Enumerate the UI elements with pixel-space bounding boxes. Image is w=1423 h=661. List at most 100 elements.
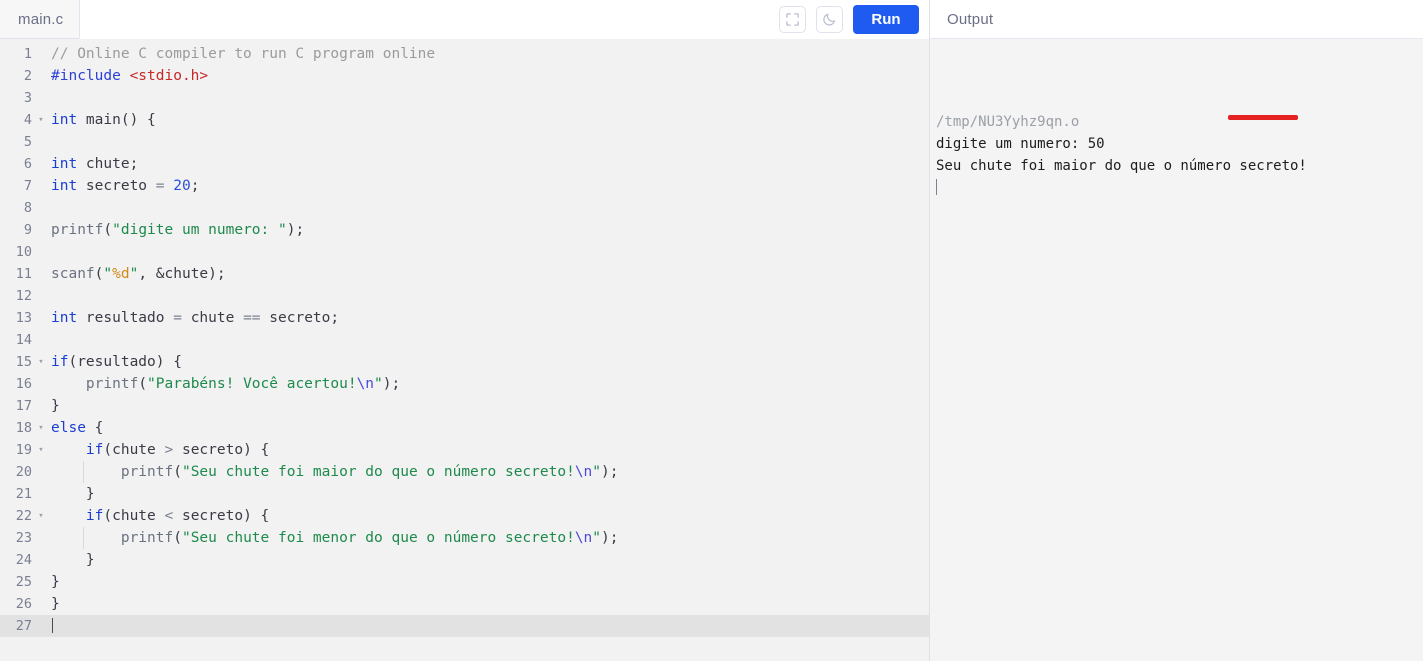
code-token: (resultado) { <box>68 354 182 370</box>
code-token: secreto) { <box>173 508 270 524</box>
run-button-label: Run <box>871 10 901 28</box>
output-line: Seu chute foi maior do que o número secr… <box>936 158 1307 174</box>
code-token: " <box>592 464 602 480</box>
code-token: "Parabéns! Você acertou! <box>147 376 357 392</box>
output-console[interactable]: /tmp/NU3Yyhz9qn.o digite um numero: 50 Seu… <box>930 39 1423 661</box>
output-pane: Output /tmp/NU3Yyhz9qn.o digite um numero… <box>929 0 1423 661</box>
fold-toggle-icon[interactable]: ▾ <box>34 439 48 461</box>
code-token: \n <box>574 464 593 480</box>
code-line[interactable]: 17} <box>0 395 929 417</box>
code-token: ); <box>286 222 305 238</box>
code-text: int chute; <box>48 153 929 175</box>
line-number: 6 <box>23 156 32 172</box>
code-token: "Seu chute foi maior do que o número sec… <box>181 464 575 480</box>
run-button[interactable]: Run <box>853 4 919 34</box>
fold-toggle-icon[interactable]: ▾ <box>34 351 48 373</box>
code-line[interactable]: 6 int chute; <box>0 153 929 175</box>
code-token: } <box>51 398 60 414</box>
theme-toggle-button[interactable] <box>816 5 843 33</box>
text-cursor <box>52 618 53 633</box>
code-editor[interactable]: 1 // Online C compiler to run C program o… <box>0 39 929 661</box>
code-line[interactable]: 23 printf("Seu chute foi menor do que o … <box>0 527 929 549</box>
code-line[interactable]: 2 #include <stdio.h> <box>0 65 929 87</box>
code-token: , &chute); <box>138 266 226 282</box>
code-line[interactable]: 18 ▾ else { <box>0 417 929 439</box>
code-token: int <box>51 156 78 172</box>
code-token: printf <box>85 376 139 392</box>
fold-toggle-icon[interactable]: ▾ <box>34 505 48 527</box>
fullscreen-button[interactable] <box>779 5 806 33</box>
code-text: } <box>48 571 929 593</box>
line-number: 26 <box>15 596 32 612</box>
code-line[interactable]: 24 } <box>0 549 929 571</box>
code-token: secreto <box>77 178 156 194</box>
code-line[interactable]: 20 printf("Seu chute foi maior do que o … <box>0 461 929 483</box>
code-text: if(chute < secreto) { <box>48 505 929 527</box>
line-number: 19 <box>15 442 32 458</box>
code-line[interactable]: 27 <box>0 615 929 637</box>
line-number: 15 <box>15 354 32 370</box>
code-line[interactable]: 5 <box>0 131 929 153</box>
code-line[interactable]: 15 ▾ if(resultado) { <box>0 351 929 373</box>
code-token: ( <box>103 222 113 238</box>
code-token: "digite um numero: " <box>112 222 287 238</box>
code-line[interactable]: 12 <box>0 285 929 307</box>
code-token: " <box>592 530 602 546</box>
code-line[interactable]: 11 scanf("%d", &chute); <box>0 263 929 285</box>
code-line[interactable]: 3 <box>0 87 929 109</box>
code-token: (chute <box>103 442 165 458</box>
code-text: } <box>48 483 929 505</box>
code-line[interactable]: 13 int resultado = chute == secreto; <box>0 307 929 329</box>
code-token: ( <box>173 530 182 546</box>
code-line[interactable]: 25} <box>0 571 929 593</box>
tab-label: main.c <box>18 10 64 28</box>
code-line[interactable]: 16 printf("Parabéns! Você acertou!\n"); <box>0 373 929 395</box>
line-number: 9 <box>23 222 32 238</box>
code-text: scanf("%d", &chute); <box>48 263 929 285</box>
code-text: printf("Parabéns! Você acertou!\n"); <box>48 373 929 395</box>
code-line[interactable]: 1 // Online C compiler to run C program o… <box>0 43 929 65</box>
fold-toggle-icon[interactable]: ▾ <box>34 417 48 439</box>
line-number: 3 <box>23 90 32 106</box>
line-number: 18 <box>15 420 32 436</box>
output-line <box>936 177 1423 199</box>
code-line[interactable]: 14 <box>0 329 929 351</box>
code-line[interactable]: 9 printf("digite um numero: "); <box>0 219 929 241</box>
fold-toggle-icon[interactable]: ▾ <box>34 109 48 131</box>
code-line[interactable]: 7 int secreto = 20; <box>0 175 929 197</box>
code-token: = <box>173 310 182 326</box>
code-text: // Online C compiler to run C program on… <box>48 43 929 65</box>
code-line[interactable]: 10 <box>0 241 929 263</box>
code-token: int <box>51 310 78 326</box>
line-number: 13 <box>15 310 32 326</box>
code-line[interactable]: 22 ▾ if(chute < secreto) { <box>0 505 929 527</box>
line-number: 5 <box>23 134 32 150</box>
code-line[interactable]: 26} <box>0 593 929 615</box>
code-text: } <box>48 395 929 417</box>
code-line[interactable]: 4 ▾ int main() { <box>0 109 929 131</box>
code-token: } <box>51 552 95 568</box>
code-line[interactable]: 21 } <box>0 483 929 505</box>
code-line[interactable]: 19 ▾ if(chute > secreto) { <box>0 439 929 461</box>
code-text: else { <box>48 417 929 439</box>
tab-main-c[interactable]: main.c <box>0 0 79 39</box>
line-number: 4 <box>23 112 32 128</box>
line-number: 1 <box>23 46 32 62</box>
code-line[interactable]: 8 <box>0 197 929 219</box>
code-token: } <box>51 486 95 502</box>
